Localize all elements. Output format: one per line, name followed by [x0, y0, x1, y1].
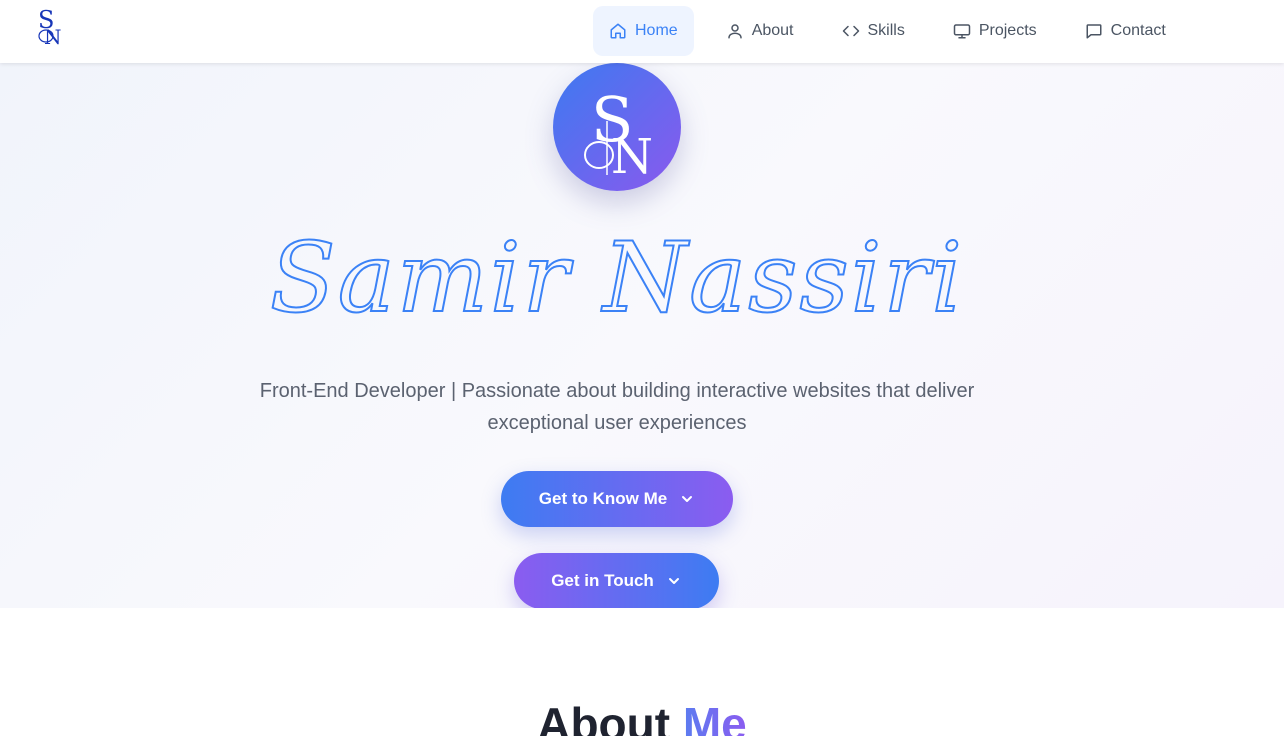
nav-item-label: Skills	[867, 22, 905, 39]
monitor-icon	[953, 22, 971, 40]
message-icon	[1085, 22, 1103, 40]
hero-name-text: Samir Nassiri	[270, 222, 964, 331]
about-heading-accent: Me	[683, 698, 747, 736]
avatar: S N	[553, 63, 681, 191]
button-label: Get to Know Me	[538, 489, 668, 508]
code-icon	[842, 22, 860, 40]
nav-item-label: Home	[635, 22, 678, 39]
monogram-icon: S N	[584, 83, 653, 185]
chevron-down-icon	[679, 491, 695, 507]
nav-item-label: Projects	[978, 22, 1037, 39]
logo-monogram-icon: S N	[38, 6, 62, 49]
hero-name: Samir Nassiri	[0, 211, 1284, 331]
home-icon	[609, 22, 627, 40]
chevron-down-icon	[666, 573, 682, 589]
main-nav: Home About Skills Projects Contact	[593, 6, 1182, 56]
nav-item-projects[interactable]: Projects	[937, 6, 1053, 56]
about-heading-main: About	[537, 698, 671, 736]
navbar: S N Home About Skills Projects Contact	[0, 0, 1284, 63]
user-icon	[726, 22, 744, 40]
logo[interactable]: S N	[34, 4, 74, 49]
nav-item-contact[interactable]: Contact	[1069, 6, 1182, 56]
get-to-know-me-button[interactable]: Get to Know Me	[501, 471, 733, 527]
nav-item-label: Contact	[1110, 22, 1166, 39]
button-label: Get in Touch	[551, 571, 654, 590]
get-in-touch-button[interactable]: Get in Touch	[514, 553, 719, 608]
hero-tagline: Front-End Developer | Passionate about b…	[259, 380, 975, 434]
nav-item-skills[interactable]: Skills	[826, 6, 921, 56]
nav-item-home[interactable]: Home	[593, 6, 694, 56]
hero-section: S N Samir Nassiri Front-End Developer | …	[0, 63, 1284, 608]
nav-item-label: About	[751, 22, 794, 39]
about-heading: About Me	[0, 694, 1284, 736]
svg-text:N: N	[611, 129, 653, 185]
nav-item-about[interactable]: About	[710, 6, 810, 56]
